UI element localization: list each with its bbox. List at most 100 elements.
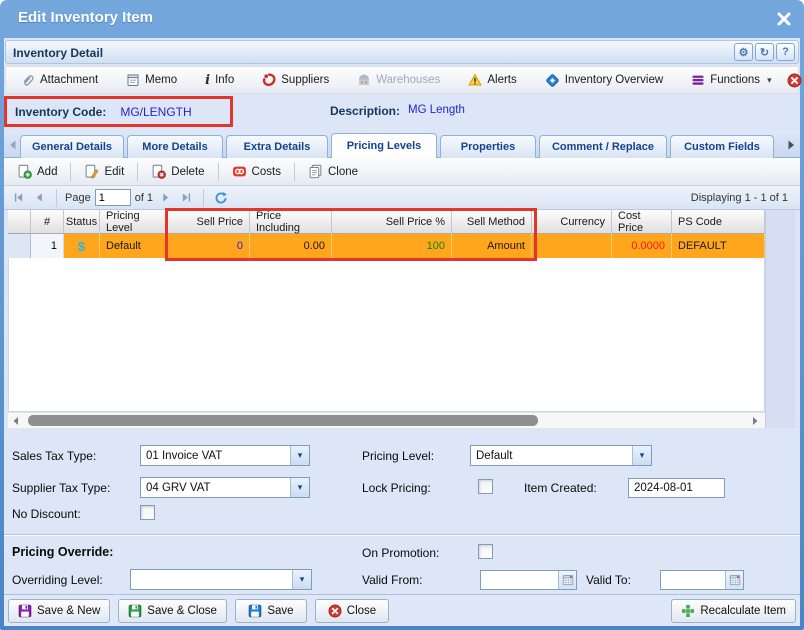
pager-separator xyxy=(203,189,204,207)
row-num-cell[interactable]: 1 xyxy=(31,234,64,258)
paperclip-icon xyxy=(21,73,35,87)
save-and-new-button[interactable]: Save & New xyxy=(8,599,110,623)
settings-gear-button[interactable]: ⚙ xyxy=(734,43,753,61)
edit-button[interactable]: Edit xyxy=(79,162,129,181)
calendar-icon[interactable] xyxy=(725,571,743,589)
warehouses-button[interactable]: Warehouses xyxy=(352,71,445,89)
footer-close-button[interactable]: Close xyxy=(315,599,389,623)
last-page-icon[interactable] xyxy=(178,189,195,206)
valid-to-input[interactable] xyxy=(660,570,744,590)
tab-properties[interactable]: Properties xyxy=(440,135,536,158)
grid-header-sell-price-pct[interactable]: Sell Price % xyxy=(332,210,452,234)
clone-button[interactable]: Clone xyxy=(303,162,363,181)
grid-header-status[interactable]: Status xyxy=(64,210,100,234)
grid-refresh-icon[interactable] xyxy=(212,189,229,206)
chevron-down-icon[interactable]: ▾ xyxy=(290,446,309,465)
save-button[interactable]: Save xyxy=(235,599,307,623)
row-sell-method-cell[interactable]: Amount xyxy=(452,234,532,258)
horizontal-scroll-thumb[interactable] xyxy=(28,415,538,426)
chevron-down-icon[interactable]: ▾ xyxy=(632,446,651,465)
add-icon xyxy=(17,164,32,179)
overriding-level-select[interactable]: ▾ xyxy=(130,569,312,590)
tab-more-details[interactable]: More Details xyxy=(127,135,223,158)
dialog-close-icon[interactable] xyxy=(776,11,792,27)
grid-header-price-including[interactable]: Price Including xyxy=(250,210,332,234)
grid-header-ps-code[interactable]: PS Code xyxy=(672,210,765,234)
toolbar-close-button[interactable]: Close xyxy=(782,71,804,90)
suppliers-icon xyxy=(262,73,276,87)
row-cost-price-cell[interactable]: 0.0000 xyxy=(612,234,672,258)
tab-custom-fields[interactable]: Custom Fields xyxy=(670,135,774,158)
grid-header-currency[interactable]: Currency xyxy=(532,210,612,234)
row-sell-price-pct-cell[interactable]: 100 xyxy=(332,234,452,258)
toolbar-separator xyxy=(70,163,71,181)
calendar-icon[interactable] xyxy=(558,571,576,589)
pricing-override-title: Pricing Override: xyxy=(12,545,113,559)
tab-scroll-right-icon[interactable] xyxy=(785,139,797,151)
tab-scroll-left-icon[interactable] xyxy=(7,139,19,151)
row-ps-code-cell[interactable]: DEFAULT xyxy=(672,234,765,258)
next-page-icon[interactable] xyxy=(157,189,174,206)
attachment-label: Attachment xyxy=(40,74,98,86)
row-selector-cell[interactable] xyxy=(8,234,31,258)
refresh-icon: ↻ xyxy=(760,46,769,59)
dialog-title: Edit Inventory Item xyxy=(18,9,153,26)
on-promotion-checkbox[interactable] xyxy=(478,544,493,559)
add-button[interactable]: Add xyxy=(12,162,62,181)
row-pricing-level-cell[interactable]: Default xyxy=(100,234,168,258)
functions-menu-button[interactable]: Functions ▾ xyxy=(686,71,776,89)
delete-button[interactable]: Delete xyxy=(146,162,209,181)
info-button[interactable]: i Info xyxy=(200,71,239,90)
attachment-button[interactable]: Attachment xyxy=(16,71,103,89)
recalculate-icon xyxy=(681,604,695,618)
lock-pricing-label: Lock Pricing: xyxy=(362,481,431,495)
first-page-icon[interactable] xyxy=(10,189,27,206)
tag-icon xyxy=(545,73,560,88)
valid-from-input[interactable] xyxy=(480,570,577,590)
help-button[interactable]: ? xyxy=(776,43,795,61)
tab-pricing-levels[interactable]: Pricing Levels xyxy=(331,133,437,158)
scroll-right-icon[interactable] xyxy=(750,416,762,426)
tab-strip: General Details More Details Extra Detai… xyxy=(4,132,800,158)
grid-header-num[interactable]: # xyxy=(31,210,64,234)
lock-pricing-checkbox[interactable] xyxy=(478,479,493,494)
scroll-left-icon[interactable] xyxy=(11,416,23,426)
suppliers-button[interactable]: Suppliers xyxy=(257,71,334,89)
row-status-cell[interactable]: $ xyxy=(64,234,100,258)
pager-separator xyxy=(56,189,57,207)
grid-header-cost-price[interactable]: Cost Price xyxy=(612,210,672,234)
tab-comment-replace[interactable]: Comment / Replace xyxy=(539,135,667,158)
prev-page-icon[interactable] xyxy=(31,189,48,206)
memo-button[interactable]: Memo xyxy=(121,71,182,89)
save-and-close-button[interactable]: Save & Close xyxy=(118,599,227,623)
tab-extra-details[interactable]: Extra Details xyxy=(226,135,328,158)
horizontal-scrollbar[interactable] xyxy=(8,412,765,428)
grid-header-sell-price[interactable]: Sell Price xyxy=(168,210,250,234)
alerts-button[interactable]: Alerts xyxy=(463,71,521,89)
grid-header-pricing-level[interactable]: Pricing Level xyxy=(100,210,168,234)
title-bar[interactable]: Edit Inventory Item xyxy=(0,0,804,38)
main-toolbar: Attachment Memo i Info Suppliers Warehou… xyxy=(5,66,799,94)
supplier-tax-type-select[interactable]: 04 GRV VAT ▾ xyxy=(140,477,310,498)
tab-general-details[interactable]: General Details xyxy=(20,135,124,158)
grid-header-sell-method[interactable]: Sell Method xyxy=(452,210,532,234)
chevron-down-icon[interactable]: ▾ xyxy=(292,570,311,589)
chevron-down-icon[interactable]: ▾ xyxy=(290,478,309,497)
costs-button[interactable]: Costs xyxy=(227,162,286,181)
pricing-level-select[interactable]: Default ▾ xyxy=(470,445,652,466)
recalculate-item-button[interactable]: Recalculate Item xyxy=(671,599,796,623)
vertical-scrollbar[interactable] xyxy=(765,210,795,428)
row-currency-cell[interactable] xyxy=(532,234,612,258)
no-discount-checkbox[interactable] xyxy=(140,505,155,520)
toolbar-separator xyxy=(137,163,138,181)
sales-tax-type-select[interactable]: 01 Invoice VAT ▾ xyxy=(140,445,310,466)
panel-refresh-button[interactable]: ↻ xyxy=(755,43,774,61)
page-number-input[interactable] xyxy=(95,189,131,206)
row-sell-price-cell[interactable]: 0 xyxy=(168,234,250,258)
row-price-including-cell[interactable]: 0.00 xyxy=(250,234,332,258)
page-of-label: of 1 xyxy=(135,192,153,204)
inventory-overview-button[interactable]: Inventory Overview xyxy=(540,71,668,90)
item-created-input[interactable] xyxy=(628,478,725,498)
toolbar-separator xyxy=(294,163,295,181)
footer-bar: Save & New Save & Close Save Close Recal… xyxy=(4,594,800,626)
